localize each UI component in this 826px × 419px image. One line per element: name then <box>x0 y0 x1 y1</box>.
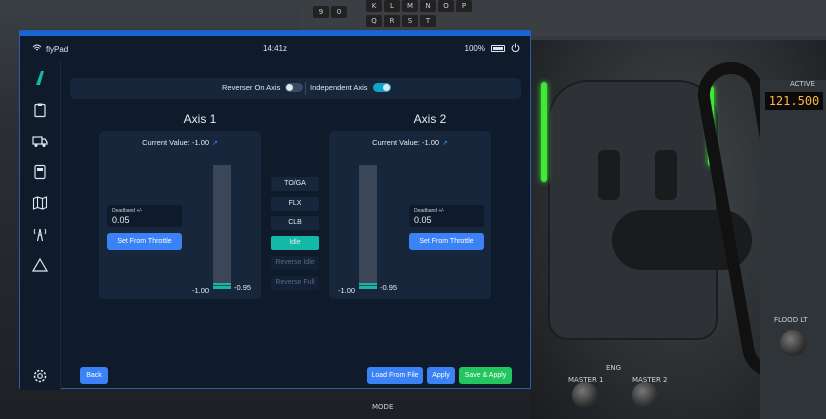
axis1-title: Axis 1 <box>183 112 217 126</box>
axis1-max-label: -0.95 <box>234 283 252 292</box>
flood-label: FLOOD LT <box>774 316 808 324</box>
back-button[interactable]: Back <box>80 367 108 384</box>
master2-knob <box>632 382 658 408</box>
axis1-current-value-text: Current Value: -1.00 <box>142 138 210 147</box>
axis2-range-mark <box>359 283 377 285</box>
axis1-range-mark <box>213 283 231 285</box>
throttle-lever-2 <box>655 150 677 200</box>
independent-toggle-group: Independent Axis <box>310 83 391 92</box>
calculator-icon[interactable] <box>32 164 48 180</box>
cockpit-key: K <box>366 0 382 12</box>
axis1-deadband-field[interactable]: Deadband +/- 0.05 <box>107 205 182 227</box>
axis1-range-bar[interactable] <box>213 165 231 289</box>
mode-label: MODE <box>372 403 394 411</box>
axis1-set-from-throttle-button[interactable]: Set From Throttle <box>107 233 182 250</box>
sidebar <box>20 60 60 390</box>
apply-button[interactable]: Apply <box>427 367 455 384</box>
detent-reverse-full[interactable]: Reverse Full <box>271 276 319 290</box>
axis1-current-value: Current Value: -1.00 ↗ <box>99 138 261 147</box>
radio-panel <box>760 80 826 419</box>
cockpit-key: 0 <box>331 6 347 18</box>
cockpit-key: N <box>420 0 436 12</box>
cockpit-key: O <box>438 0 454 12</box>
throttle-lever-1 <box>598 150 620 200</box>
power-icon[interactable] <box>511 43 520 54</box>
deadband-label: Deadband +/- <box>414 208 445 214</box>
cockpit-key: L <box>384 0 400 12</box>
cockpit-key: R <box>384 15 400 27</box>
status-right: 100% <box>465 43 520 54</box>
axis2-card: Current Value: -1.00 ↗ -1.00 -0.95 Deadba… <box>329 131 491 299</box>
axis2-range-fill <box>359 286 377 289</box>
throttle-config-page: Reverser On Axis Independent Axis Axis 1… <box>61 60 532 390</box>
axis1-card: Current Value: -1.00 ↗ Deadband +/- 0.05 … <box>99 131 261 299</box>
warning-icon[interactable] <box>31 257 49 273</box>
external-link-icon[interactable]: ↗ <box>442 140 448 147</box>
map-icon[interactable] <box>32 195 48 211</box>
axis2-title: Axis 2 <box>413 112 447 126</box>
independent-label: Independent Axis <box>310 83 368 92</box>
active-label: ACTIVE <box>790 80 816 88</box>
detent-reverse-idle[interactable]: Reverse Idle <box>271 256 319 270</box>
cockpit-key: S <box>402 15 418 27</box>
detent-flx[interactable]: FLX <box>271 197 319 211</box>
axis1-min-label: -1.00 <box>192 286 210 295</box>
flypad-window: flyPad 14:41z 100% Reverser On Axis Inde… <box>19 30 532 390</box>
master1-knob <box>572 382 598 408</box>
tower-icon[interactable] <box>32 226 48 242</box>
load-from-file-button[interactable]: Load From File <box>367 367 423 384</box>
detent-list: TO/GA FLX CLB Idle Reverse Idle Reverse … <box>271 176 321 290</box>
green-arc-left <box>541 82 547 182</box>
axis2-min-label: -1.00 <box>338 286 356 295</box>
battery-icon <box>491 45 505 52</box>
settings-icon[interactable] <box>32 368 48 384</box>
axis2-set-from-throttle-button[interactable]: Set From Throttle <box>409 233 484 250</box>
save-apply-button[interactable]: Save & Apply <box>459 367 512 384</box>
axis2-deadband-field[interactable]: Deadband +/- 0.05 <box>409 205 484 227</box>
logo-icon[interactable] <box>32 70 48 86</box>
axis2-current-value: Current Value: -1.00 ↗ <box>329 138 491 147</box>
axis2-current-value-text: Current Value: -1.00 <box>372 138 440 147</box>
cockpit-key: M <box>402 0 418 12</box>
reverser-toggle-group: Reverser On Axis <box>222 83 304 92</box>
detent-toga[interactable]: TO/GA <box>271 177 319 191</box>
reverser-toggle[interactable] <box>285 83 304 92</box>
truck-icon[interactable] <box>32 133 48 149</box>
independent-toggle[interactable] <box>372 83 391 92</box>
status-bar: flyPad 14:41z 100% <box>20 36 530 60</box>
flood-knob <box>780 330 806 356</box>
axis-options-bar: Reverser On Axis Independent Axis <box>70 78 521 99</box>
cockpit-key: Q <box>366 15 382 27</box>
clock: 14:41z <box>262 44 288 53</box>
clipboard-icon[interactable] <box>32 102 48 118</box>
external-link-icon[interactable]: ↗ <box>212 140 218 147</box>
frequency-display: 121.500 <box>765 92 823 110</box>
reverser-label: Reverser On Axis <box>222 83 281 92</box>
deadband-value: 0.05 <box>414 215 432 225</box>
axis1-range-fill <box>213 286 231 289</box>
toggle-divider <box>305 82 306 95</box>
eng-label: ENG <box>606 364 622 372</box>
deadband-value: 0.05 <box>112 215 130 225</box>
deadband-label: Deadband +/- <box>112 208 143 214</box>
detent-clb[interactable]: CLB <box>271 216 319 230</box>
detent-idle[interactable]: Idle <box>271 236 319 250</box>
battery-percent: 100% <box>464 44 485 53</box>
cockpit-key: P <box>456 0 472 12</box>
cockpit-key: 9 <box>313 6 329 18</box>
axis2-max-label: -0.95 <box>380 283 398 292</box>
axis2-range-bar[interactable] <box>359 165 377 289</box>
cockpit-key: T <box>420 15 436 27</box>
